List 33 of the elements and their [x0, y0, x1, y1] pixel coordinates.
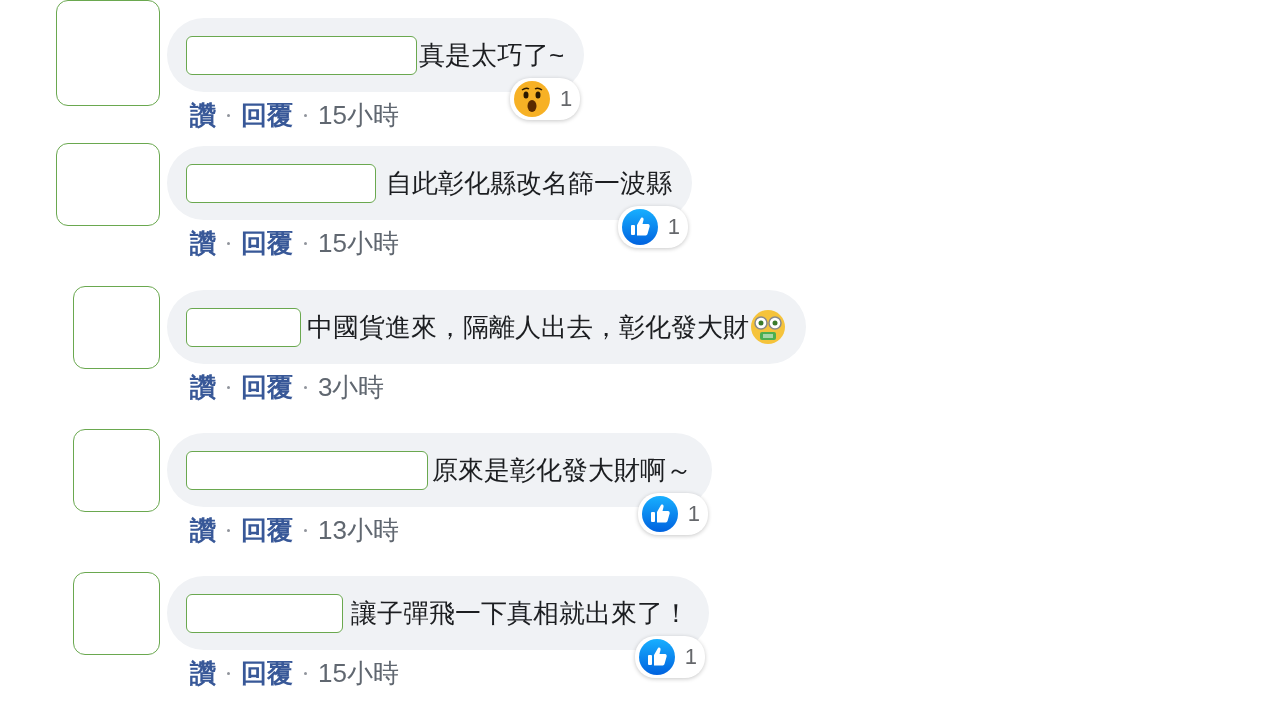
comment-time[interactable]: 15小時	[318, 98, 399, 132]
reaction-badge[interactable]: 1	[617, 206, 688, 248]
action-link[interactable]: 讚	[190, 370, 216, 404]
comment-text: 真是太巧了~	[419, 38, 565, 72]
action-link[interactable]: 讚	[190, 226, 216, 260]
comment-time[interactable]: 15小時	[318, 656, 399, 690]
comment-text: 原來是彰化發大財啊～	[432, 453, 692, 487]
action-link[interactable]: 讚	[190, 98, 216, 132]
action-link[interactable]: 回覆	[241, 656, 293, 690]
surprised-face-icon	[513, 81, 550, 117]
reaction-count: 1	[687, 501, 700, 527]
reaction-count: 1	[559, 86, 573, 112]
thumbs-up-icon	[641, 496, 678, 532]
thumbs-up-icon	[638, 639, 675, 675]
action-link[interactable]: 讚	[190, 513, 216, 547]
action-link[interactable]: 回覆	[241, 98, 293, 132]
comment-time[interactable]: 15小時	[318, 226, 399, 260]
thumbs-up-icon	[621, 209, 658, 245]
comment-time[interactable]: 3小時	[318, 370, 385, 404]
reaction-badge[interactable]: 1	[637, 493, 708, 535]
reaction-badge[interactable]: 1	[634, 636, 705, 678]
reaction-badge[interactable]: 1	[509, 78, 581, 120]
action-link[interactable]: 回覆	[241, 370, 293, 404]
reaction-count: 1	[684, 644, 697, 670]
comment-text: 讓子彈飛一下真相就出來了！	[351, 596, 689, 630]
action-link[interactable]: 回覆	[241, 226, 293, 260]
action-link[interactable]: 回覆	[241, 513, 293, 547]
money-face-emoji-icon	[750, 309, 786, 345]
comment-text: 自此彰化縣改名篩一波縣	[386, 166, 672, 200]
action-link[interactable]: 讚	[190, 656, 216, 690]
comment-time[interactable]: 13小時	[318, 513, 399, 547]
comment-text: 中國貨進來，隔離人出去，彰化發大財	[307, 310, 749, 344]
reaction-count: 1	[667, 214, 680, 240]
